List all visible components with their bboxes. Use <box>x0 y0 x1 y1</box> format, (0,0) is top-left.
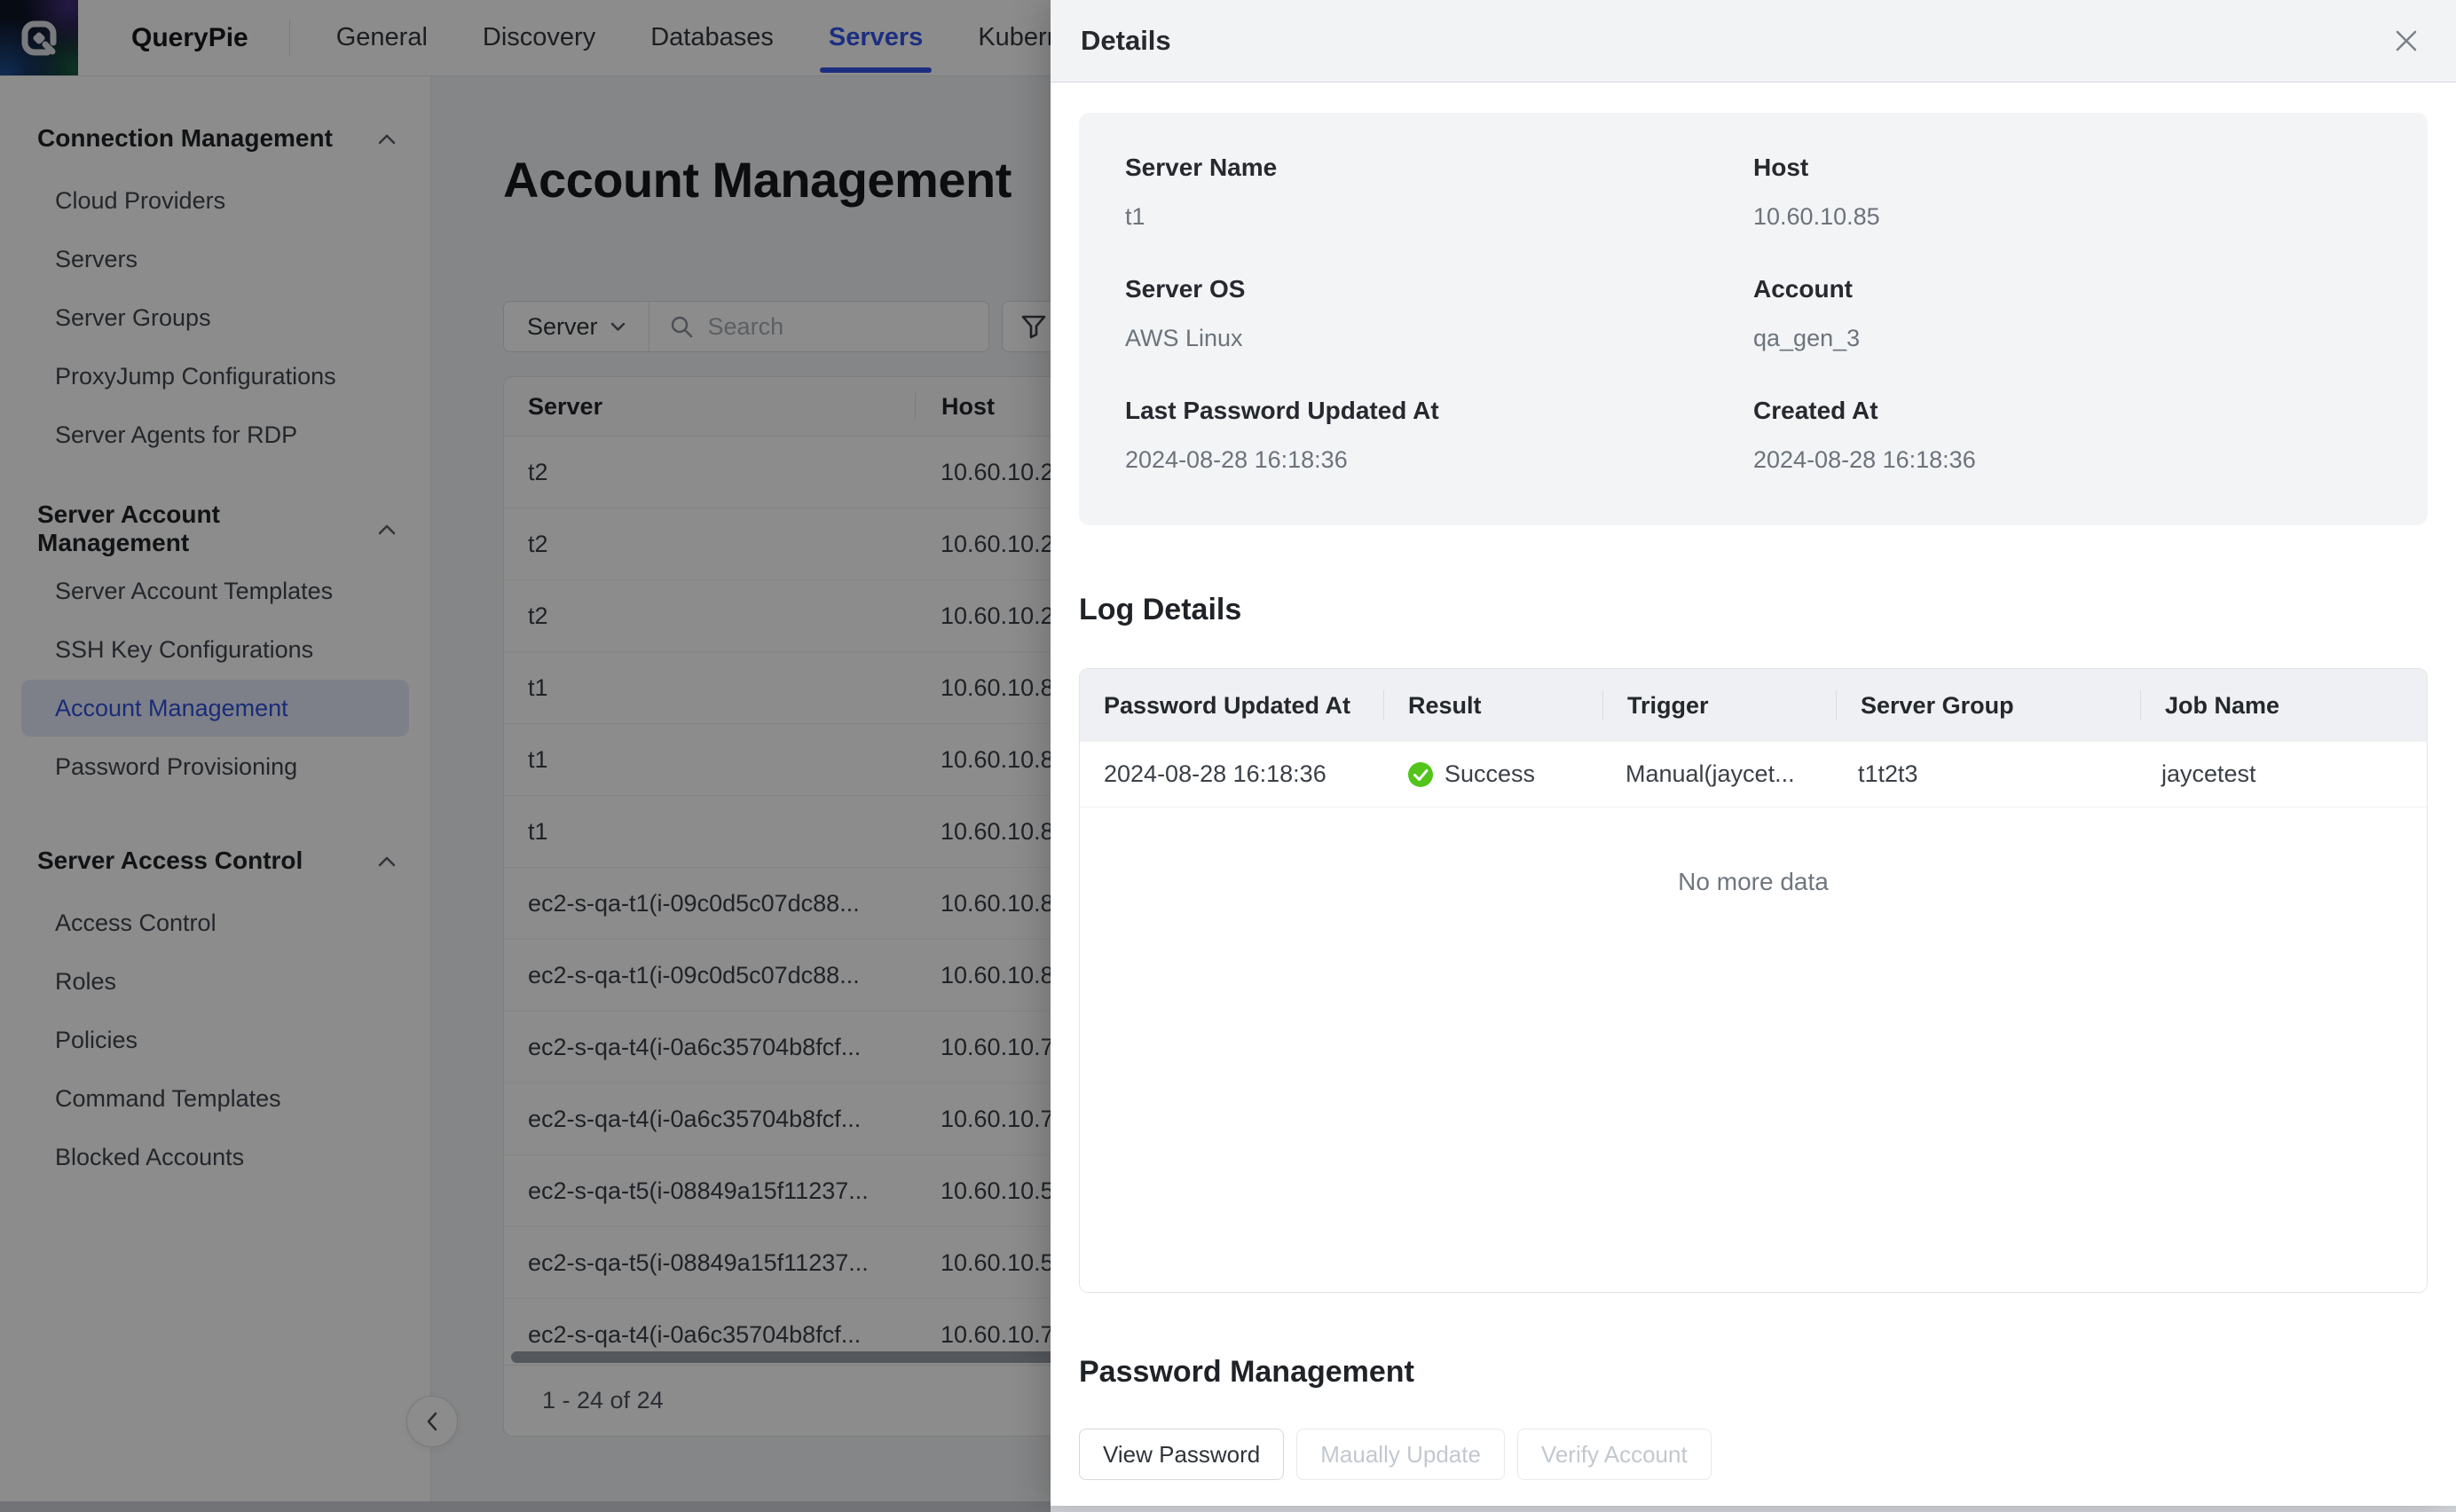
no-more-data-message: No more data <box>1080 807 2427 1292</box>
log-details-heading: Log Details <box>1079 593 2428 627</box>
result-badge: Success <box>1407 760 1535 788</box>
field-value: 2024-08-28 16:18:36 <box>1753 446 2381 474</box>
log-cell-result: Success <box>1383 760 1602 788</box>
field-value: 2024-08-28 16:18:36 <box>1125 446 1753 474</box>
log-cell-server-group: t1t2t3 <box>1834 760 2137 788</box>
log-cell-trigger: Manual(jaycet... <box>1602 760 1834 788</box>
field-server-name: Server Name t1 <box>1125 154 1753 231</box>
field-label: Last Password Updated At <box>1125 397 1753 425</box>
field-label: Server Name <box>1125 154 1753 182</box>
password-management-heading: Password Management <box>1079 1355 2428 1390</box>
log-cell-updated-at: 2024-08-28 16:18:36 <box>1080 760 1383 788</box>
server-info-card: Server Name t1 Host 10.60.10.85 Server O… <box>1079 113 2428 525</box>
verify-account-button: Verify Account <box>1517 1429 1712 1480</box>
view-password-button[interactable]: View Password <box>1079 1429 1284 1480</box>
field-label: Host <box>1753 154 2381 182</box>
details-drawer: Details Server Name t1 Host 10.60.10.85 … <box>1051 0 2456 1506</box>
field-value: AWS Linux <box>1125 325 1753 352</box>
field-value: qa_gen_3 <box>1753 325 2381 352</box>
drawer-header: Details <box>1051 0 2456 83</box>
log-column-result: Result <box>1384 692 1602 720</box>
password-actions: View Password Maually Update Verify Acco… <box>1079 1429 2428 1480</box>
log-cell-job-name: jaycetest <box>2137 760 2427 788</box>
log-column-job-name: Job Name <box>2141 692 2427 720</box>
field-host: Host 10.60.10.85 <box>1753 154 2381 231</box>
app-root: QueryPie General Discovery Databases Ser… <box>0 0 2456 1512</box>
drawer-title: Details <box>1081 25 1171 57</box>
manually-update-button: Maually Update <box>1296 1429 1505 1480</box>
field-value: 10.60.10.85 <box>1753 203 2381 231</box>
log-column-trigger: Trigger <box>1603 692 1836 720</box>
close-button[interactable] <box>2387 21 2426 60</box>
field-created-at: Created At 2024-08-28 16:18:36 <box>1753 397 2381 474</box>
field-label: Server OS <box>1125 275 1753 303</box>
log-table-header: Password Updated At Result Trigger Serve… <box>1080 669 2427 742</box>
log-column-server-group: Server Group <box>1837 692 2140 720</box>
close-icon <box>2393 28 2420 54</box>
drawer-backdrop[interactable] <box>0 0 1051 1512</box>
result-label: Success <box>1444 760 1535 788</box>
field-server-os: Server OS AWS Linux <box>1125 275 1753 352</box>
success-check-icon <box>1407 761 1434 788</box>
log-column-password-updated-at: Password Updated At <box>1080 692 1383 720</box>
field-last-password-updated-at: Last Password Updated At 2024-08-28 16:1… <box>1125 397 1753 474</box>
log-details-table: Password Updated At Result Trigger Serve… <box>1079 668 2428 1293</box>
field-label: Account <box>1753 275 2381 303</box>
log-row: 2024-08-28 16:18:36 Success Manual(jayce… <box>1080 742 2427 807</box>
field-value: t1 <box>1125 203 1753 231</box>
field-account: Account qa_gen_3 <box>1753 275 2381 352</box>
drawer-body: Server Name t1 Host 10.60.10.85 Server O… <box>1051 83 2456 1480</box>
field-label: Created At <box>1753 397 2381 425</box>
